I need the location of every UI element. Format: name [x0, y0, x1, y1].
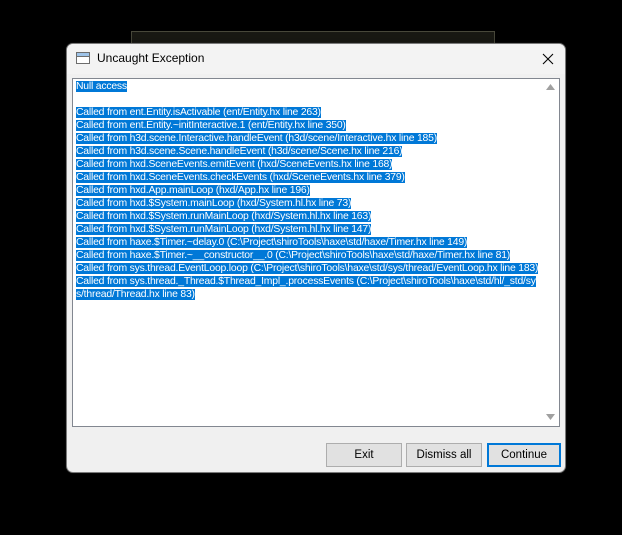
exit-button[interactable]: Exit	[326, 443, 402, 467]
selected-trace-text: Null access Called from ent.Entity.isAct…	[76, 81, 539, 300]
dismiss-all-button[interactable]: Dismiss all	[406, 443, 482, 467]
dialog-title: Uncaught Exception	[97, 51, 205, 65]
continue-button[interactable]: Continue	[487, 443, 561, 467]
close-button[interactable]	[533, 47, 563, 71]
scroll-down-button[interactable]	[542, 409, 559, 426]
application-window-icon	[76, 52, 90, 64]
exception-text-area[interactable]: Null access Called from ent.Entity.isAct…	[72, 78, 560, 427]
scroll-up-button[interactable]	[542, 79, 559, 96]
vertical-scrollbar[interactable]	[542, 79, 559, 426]
close-x-icon	[542, 53, 554, 65]
title-bar[interactable]: Uncaught Exception	[67, 44, 565, 74]
exception-text[interactable]: Null access Called from ent.Entity.isAct…	[76, 80, 543, 301]
triangle-up-icon	[546, 84, 555, 90]
exception-dialog: Uncaught Exception Null access Called fr…	[66, 43, 566, 473]
triangle-down-icon	[546, 414, 555, 420]
